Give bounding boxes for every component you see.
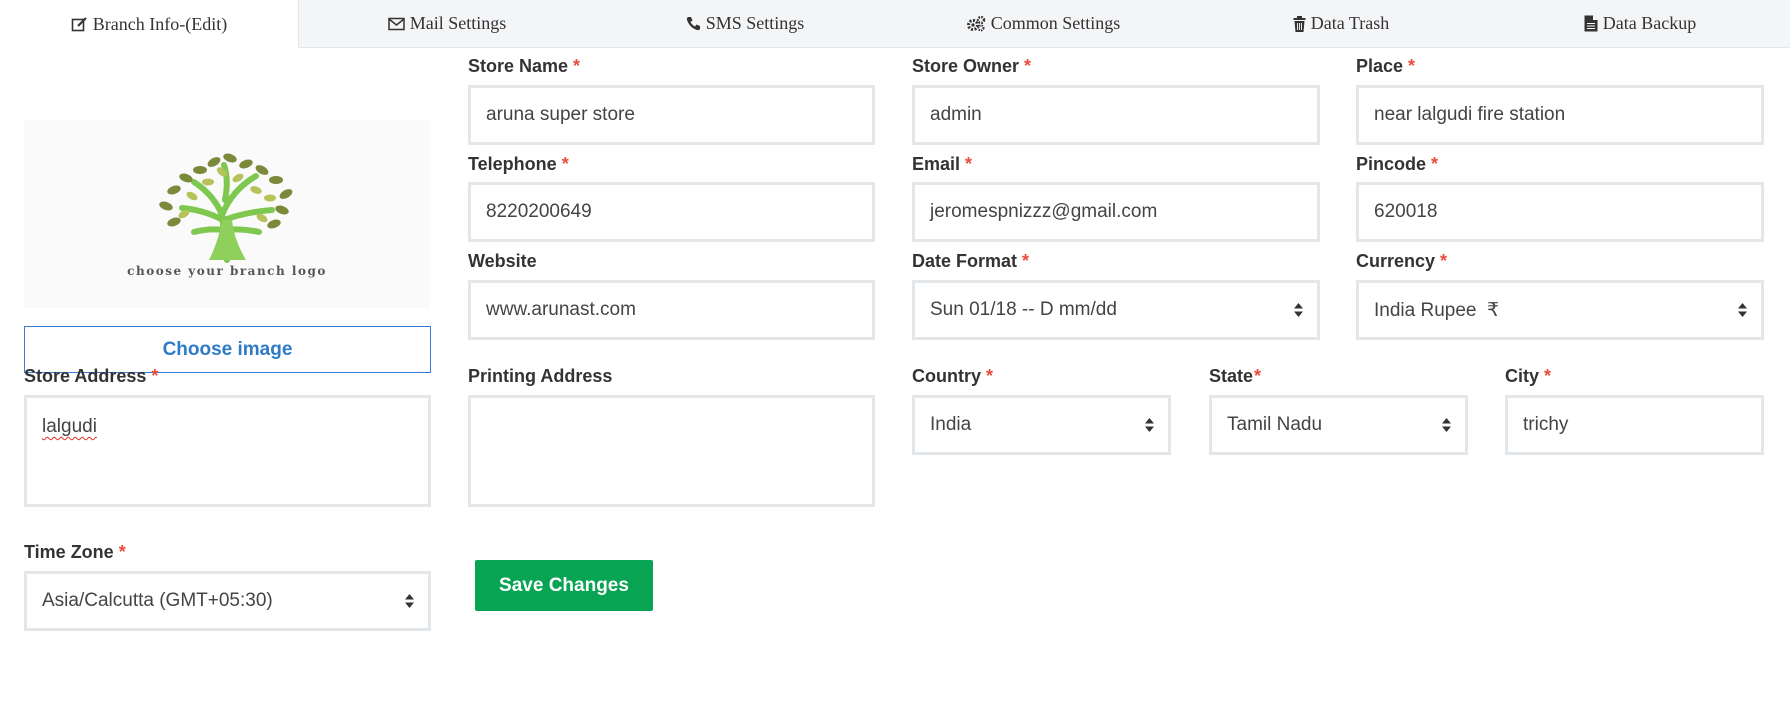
city-input[interactable]: trichy bbox=[1505, 395, 1764, 455]
tab-mail-settings[interactable]: Mail Settings bbox=[298, 0, 596, 47]
tab-label: Data Backup bbox=[1602, 13, 1697, 33]
printing-address-label: Printing Address bbox=[468, 366, 613, 386]
sort-arrows-icon bbox=[405, 594, 414, 608]
email-input[interactable]: jeromespnizzz@gmail.com bbox=[912, 182, 1320, 242]
printing-address-textarea[interactable] bbox=[468, 395, 875, 507]
email-label: Email * bbox=[912, 154, 973, 174]
tab-label: Data Trash bbox=[1310, 13, 1390, 33]
currency-select[interactable]: India Rupee ₹ bbox=[1356, 280, 1764, 340]
phone-icon bbox=[686, 17, 700, 31]
country-label: Country * bbox=[912, 366, 994, 386]
store-name-label: Store Name * bbox=[468, 56, 581, 76]
sort-arrows-icon bbox=[1294, 303, 1303, 317]
tab-sms-settings[interactable]: SMS Settings bbox=[596, 0, 894, 47]
sort-arrows-icon bbox=[1442, 418, 1451, 432]
store-name-input[interactable]: aruna super store bbox=[468, 85, 875, 145]
settings-tabs: Branch Info-(Edit) Mail Settings SMS Set… bbox=[0, 0, 1790, 48]
time-zone-label: Time Zone * bbox=[24, 542, 126, 562]
city-label: City * bbox=[1505, 366, 1552, 386]
edit-icon bbox=[71, 16, 87, 31]
place-label: Place * bbox=[1356, 56, 1416, 76]
store-address-label: Store Address * bbox=[24, 366, 159, 386]
sort-arrows-icon bbox=[1738, 303, 1747, 317]
save-changes-button[interactable]: Save Changes bbox=[475, 560, 653, 611]
envelope-icon bbox=[387, 17, 405, 30]
store-owner-input[interactable]: admin bbox=[912, 85, 1320, 145]
store-address-textarea[interactable]: lalgudi bbox=[24, 395, 431, 507]
state-select[interactable]: Tamil Nadu bbox=[1209, 395, 1468, 455]
country-select[interactable]: India bbox=[912, 395, 1171, 455]
date-format-label: Date Format * bbox=[912, 251, 1030, 271]
logo-caption: choose your branch logo bbox=[127, 264, 327, 278]
branch-logo-preview[interactable]: choose your branch logo bbox=[24, 120, 430, 308]
tab-label: Common Settings bbox=[990, 13, 1121, 33]
tab-data-trash[interactable]: Data Trash bbox=[1192, 0, 1490, 47]
branch-info-panel: choose your branch logo Choose image Sto… bbox=[0, 48, 1790, 715]
pincode-input[interactable]: 620018 bbox=[1356, 182, 1764, 242]
file-icon bbox=[1584, 15, 1598, 32]
date-format-select[interactable]: Sun 01/18 -- D mm/dd bbox=[912, 280, 1320, 340]
time-zone-select[interactable]: Asia/Calcutta (GMT+05:30) bbox=[24, 571, 431, 631]
tab-branch-info[interactable]: Branch Info-(Edit) bbox=[0, 0, 299, 48]
tab-common-settings[interactable]: Common Settings bbox=[894, 0, 1192, 47]
trash-icon bbox=[1293, 15, 1306, 32]
gears-icon bbox=[966, 15, 985, 32]
tab-label: Branch Info-(Edit) bbox=[92, 13, 228, 34]
telephone-input[interactable]: 8220200649 bbox=[468, 182, 875, 242]
telephone-label: Telephone * bbox=[468, 154, 569, 174]
sort-arrows-icon bbox=[1145, 418, 1154, 432]
website-label: Website bbox=[468, 251, 537, 271]
store-owner-label: Store Owner * bbox=[912, 56, 1032, 76]
currency-label: Currency * bbox=[1356, 251, 1448, 271]
website-input[interactable]: www.arunast.com bbox=[468, 280, 875, 340]
pincode-label: Pincode * bbox=[1356, 154, 1439, 174]
place-input[interactable]: near lalgudi fire station bbox=[1356, 85, 1764, 145]
tree-logo-icon bbox=[159, 153, 293, 263]
tab-label: Mail Settings bbox=[409, 13, 507, 33]
tab-label: SMS Settings bbox=[705, 13, 805, 33]
tab-data-backup[interactable]: Data Backup bbox=[1490, 0, 1790, 47]
state-label: State* bbox=[1209, 366, 1262, 386]
